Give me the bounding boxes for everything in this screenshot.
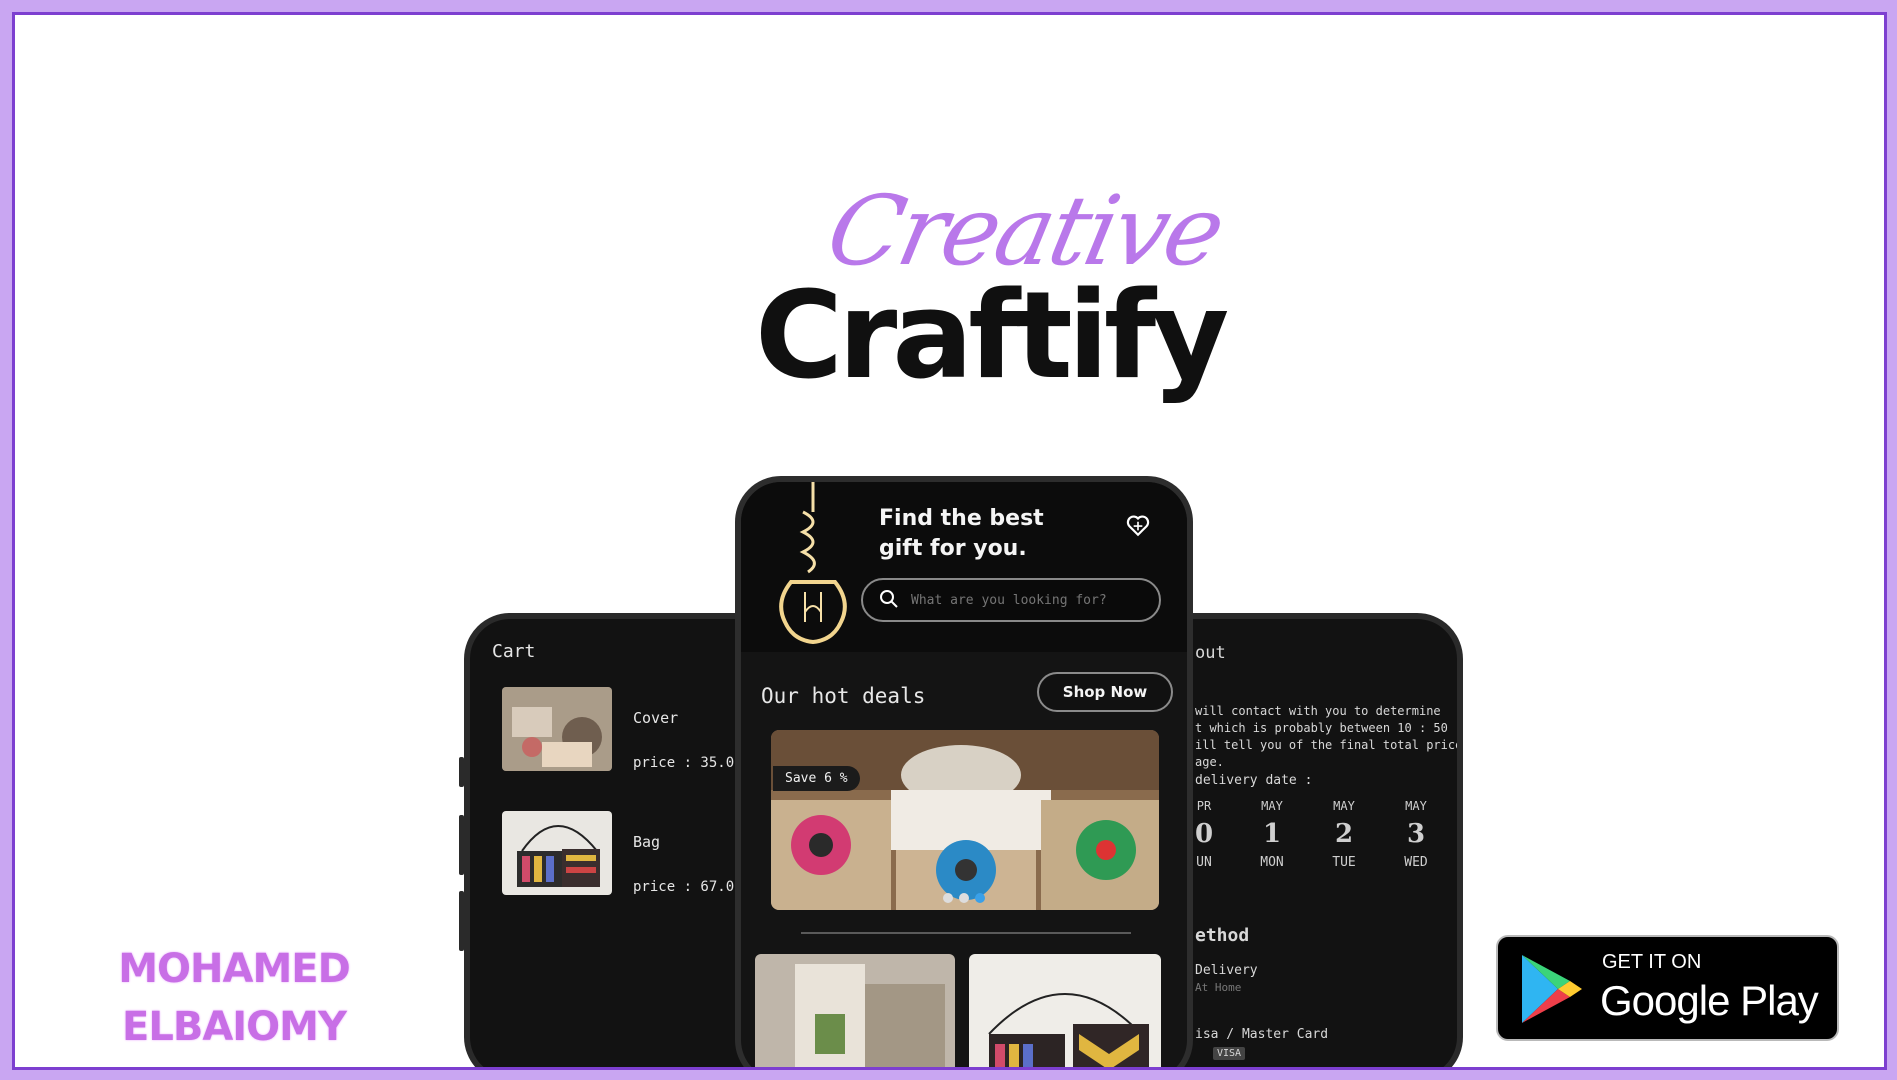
heart-icon	[1126, 515, 1150, 537]
product-tile[interactable]	[969, 954, 1161, 1067]
payment-method-label: ethod	[1195, 925, 1250, 946]
shop-now-button[interactable]: Shop Now	[1037, 672, 1173, 712]
search-icon	[880, 590, 898, 608]
date-day: 3	[1406, 819, 1426, 849]
search-input[interactable]	[911, 589, 1141, 611]
carousel-dots[interactable]	[943, 888, 991, 907]
cart-item-image-bag[interactable]	[502, 811, 612, 895]
bag-image	[502, 811, 612, 895]
phone-side-button	[459, 757, 464, 787]
cover-image	[502, 687, 612, 771]
phone-side-button	[459, 891, 464, 951]
date-day: 1	[1262, 819, 1282, 849]
hot-deals-title: Our hot deals	[761, 684, 926, 708]
search-bar[interactable]	[861, 578, 1161, 622]
checkout-title: out	[1195, 643, 1226, 663]
cart-item-image-cover[interactable]	[502, 687, 612, 771]
author-signature: MOHAMED ELBAIOMY	[103, 940, 365, 1056]
home-hero: Find the best gift for you.	[741, 482, 1187, 652]
google-play-icon	[1522, 955, 1582, 1023]
logo-main-text: Craftify	[755, 267, 1229, 406]
banner-image	[771, 730, 1159, 910]
heart-icon[interactable]	[1125, 512, 1151, 538]
product-image	[755, 954, 955, 1067]
delivery-option-sub: At Home	[1195, 981, 1242, 994]
card-option[interactable]: isa / Master Card	[1195, 1027, 1328, 1042]
carousel-dot[interactable]	[943, 893, 953, 903]
gplay-big-text: Google Play	[1600, 977, 1819, 1024]
deal-banner[interactable]: Save 6 %	[771, 730, 1159, 910]
carousel-dot-active[interactable]	[975, 893, 985, 903]
date-day: 2	[1334, 819, 1354, 849]
cart-item-name: Cover	[633, 709, 679, 727]
cart-title: Cart	[492, 641, 536, 662]
lightbulb-icon	[779, 482, 847, 645]
phone-side-button	[1457, 837, 1462, 927]
phone-side-button	[459, 815, 464, 875]
visa-badge: VISA	[1213, 1047, 1246, 1060]
date-month: MAY	[1405, 799, 1427, 813]
cart-item-price: price : 67.00	[633, 879, 743, 895]
date-weekday: TUE	[1332, 855, 1356, 870]
outer-frame: Creative Craftify Cart Cover price : 35.…	[0, 0, 1897, 1080]
date-option[interactable]: MAY 2 TUE	[1319, 799, 1369, 870]
home-headline: Find the best gift for you.	[879, 506, 1044, 561]
phone-home: Find the best gift for you. Our hot deal…	[735, 476, 1193, 1067]
cart-item-price: price : 35.00	[633, 755, 743, 771]
save-badge: Save 6 %	[773, 766, 860, 791]
author-line-1: MOHAMED	[118, 946, 351, 992]
google-play-badge[interactable]: GET IT ON Google Play	[1496, 935, 1839, 1041]
date-month: MAY	[1261, 799, 1283, 813]
delivery-option[interactable]: Delivery	[1195, 963, 1258, 978]
date-option[interactable]: MAY 3 WED	[1391, 799, 1441, 870]
product-image	[969, 954, 1161, 1067]
date-weekday: MON	[1260, 855, 1284, 870]
date-option[interactable]: MAY 1 MON	[1247, 799, 1297, 870]
checkout-message: will contact with you to determine t whi…	[1195, 704, 1463, 769]
search-icon	[879, 589, 901, 611]
author-line-2: ELBAIOMY	[122, 1004, 347, 1050]
date-weekday: WED	[1404, 855, 1428, 870]
delivery-date-label: delivery date :	[1195, 773, 1313, 788]
carousel-dot[interactable]	[959, 893, 969, 903]
section-divider	[801, 932, 1131, 934]
product-tile[interactable]	[755, 954, 955, 1067]
gplay-small-text: GET IT ON	[1602, 951, 1702, 973]
date-month: MAY	[1333, 799, 1355, 813]
canvas: Creative Craftify Cart Cover price : 35.…	[12, 12, 1887, 1070]
cart-item-name: Bag	[633, 833, 661, 851]
